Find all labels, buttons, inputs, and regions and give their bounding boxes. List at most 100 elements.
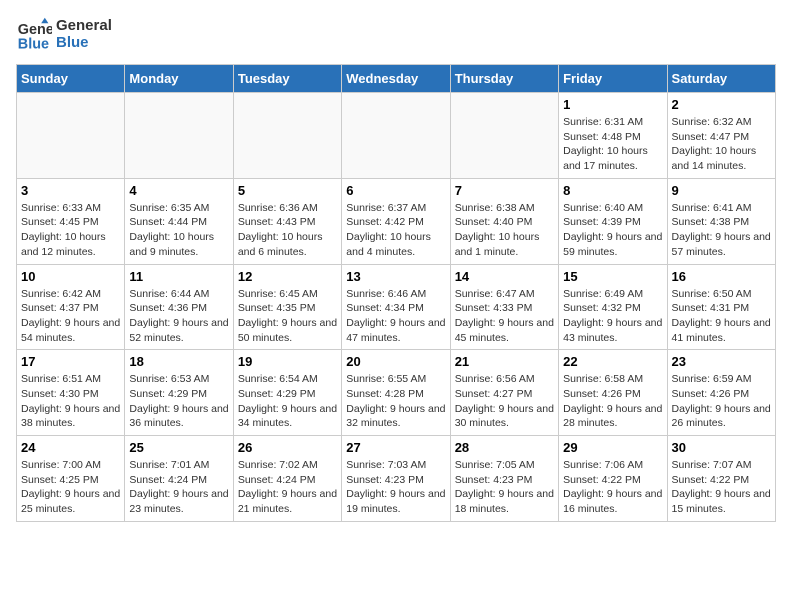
day-number: 29: [563, 440, 662, 455]
day-detail: Sunrise: 7:06 AMSunset: 4:22 PMDaylight:…: [563, 458, 662, 517]
day-number: 28: [455, 440, 554, 455]
calendar-cell: 4 Sunrise: 6:35 AMSunset: 4:44 PMDaylight…: [125, 178, 233, 264]
day-number: 2: [672, 97, 771, 112]
weekday-header-saturday: Saturday: [667, 65, 775, 93]
calendar-week-3: 10Sunrise: 6:42 AMSunset: 4:37 PMDayligh…: [17, 264, 776, 350]
day-detail: Sunrise: 7:02 AMSunset: 4:24 PMDaylight:…: [238, 458, 337, 517]
weekday-header-wednesday: Wednesday: [342, 65, 450, 93]
day-number: 5: [238, 183, 337, 198]
day-number: 16: [672, 269, 771, 284]
day-detail: Sunrise: 6:46 AMSunset: 4:34 PMDaylight:…: [346, 287, 445, 346]
day-detail: Sunrise: 6:54 AMSunset: 4:29 PMDaylight:…: [238, 372, 337, 431]
calendar-body: 1Sunrise: 6:31 AMSunset: 4:48 PMDaylight…: [17, 93, 776, 522]
day-number: 26: [238, 440, 337, 455]
day-detail: Sunrise: 6:32 AMSunset: 4:47 PMDaylight:…: [672, 115, 771, 174]
day-number: 14: [455, 269, 554, 284]
calendar-cell: 11Sunrise: 6:44 AMSunset: 4:36 PMDayligh…: [125, 264, 233, 350]
calendar-cell: [125, 93, 233, 179]
day-detail: Sunrise: 6:40 AMSunset: 4:39 PMDaylight:…: [563, 201, 662, 260]
calendar-cell: 19 Sunrise: 6:54 AMSunset: 4:29 PMDayligh…: [233, 350, 341, 436]
day-detail: Sunrise: 6:51 AMSunset: 4:30 PMDaylight:…: [21, 372, 120, 431]
calendar-cell: [17, 93, 125, 179]
calendar-week-2: 3Sunrise: 6:33 AMSunset: 4:45 PMDaylight…: [17, 178, 776, 264]
calendar-cell: 24Sunrise: 7:00 AMSunset: 4:25 PMDayligh…: [17, 436, 125, 522]
calendar-cell: 21 Sunrise: 6:56 AMSunset: 4:27 PMDayligh…: [450, 350, 558, 436]
day-detail: Sunrise: 6:36 AMSunset: 4:43 PMDaylight:…: [238, 201, 337, 260]
day-detail: Sunrise: 6:50 AMSunset: 4:31 PMDaylight:…: [672, 287, 771, 346]
day-number: 6: [346, 183, 445, 198]
weekday-header-sunday: Sunday: [17, 65, 125, 93]
day-detail: Sunrise: 6:58 AMSunset: 4:26 PMDaylight:…: [563, 372, 662, 431]
calendar-cell: 3Sunrise: 6:33 AMSunset: 4:45 PMDaylight…: [17, 178, 125, 264]
logo-line2: Blue: [56, 34, 112, 51]
calendar-cell: 26 Sunrise: 7:02 AMSunset: 4:24 PMDayligh…: [233, 436, 341, 522]
day-detail: Sunrise: 7:00 AMSunset: 4:25 PMDaylight:…: [21, 458, 120, 517]
calendar-cell: [233, 93, 341, 179]
day-number: 17: [21, 354, 120, 369]
day-detail: Sunrise: 6:35 AMSunset: 4:44 PMDaylight:…: [129, 201, 228, 260]
day-detail: Sunrise: 6:49 AMSunset: 4:32 PMDaylight:…: [563, 287, 662, 346]
day-number: 7: [455, 183, 554, 198]
svg-text:Blue: Blue: [18, 36, 49, 52]
day-number: 4: [129, 183, 228, 198]
day-detail: Sunrise: 6:38 AMSunset: 4:40 PMDaylight:…: [455, 201, 554, 260]
calendar-cell: 14Sunrise: 6:47 AMSunset: 4:33 PMDayligh…: [450, 264, 558, 350]
day-number: 15: [563, 269, 662, 284]
calendar-cell: 9 Sunrise: 6:41 AMSunset: 4:38 PMDaylight…: [667, 178, 775, 264]
calendar-cell: 23 Sunrise: 6:59 AMSunset: 4:26 PMDayligh…: [667, 350, 775, 436]
day-number: 3: [21, 183, 120, 198]
day-detail: Sunrise: 6:59 AMSunset: 4:26 PMDaylight:…: [672, 372, 771, 431]
calendar-cell: 18Sunrise: 6:53 AMSunset: 4:29 PMDayligh…: [125, 350, 233, 436]
day-detail: Sunrise: 6:44 AMSunset: 4:36 PMDaylight:…: [129, 287, 228, 346]
calendar-cell: 2 Sunrise: 6:32 AMSunset: 4:47 PMDaylight…: [667, 93, 775, 179]
day-number: 27: [346, 440, 445, 455]
calendar-table: SundayMondayTuesdayWednesdayThursdayFrid…: [16, 64, 776, 522]
day-detail: Sunrise: 6:37 AMSunset: 4:42 PMDaylight:…: [346, 201, 445, 260]
day-detail: Sunrise: 7:01 AMSunset: 4:24 PMDaylight:…: [129, 458, 228, 517]
day-detail: Sunrise: 7:05 AMSunset: 4:23 PMDaylight:…: [455, 458, 554, 517]
day-number: 13: [346, 269, 445, 284]
day-number: 9: [672, 183, 771, 198]
logo-icon: General Blue: [16, 16, 52, 52]
day-number: 10: [21, 269, 120, 284]
day-detail: Sunrise: 6:45 AMSunset: 4:35 PMDaylight:…: [238, 287, 337, 346]
day-number: 19: [238, 354, 337, 369]
day-number: 20: [346, 354, 445, 369]
day-detail: Sunrise: 6:41 AMSunset: 4:38 PMDaylight:…: [672, 201, 771, 260]
day-number: 22: [563, 354, 662, 369]
calendar-cell: 13 Sunrise: 6:46 AMSunset: 4:34 PMDayligh…: [342, 264, 450, 350]
calendar-week-5: 24Sunrise: 7:00 AMSunset: 4:25 PMDayligh…: [17, 436, 776, 522]
weekday-header-row: SundayMondayTuesdayWednesdayThursdayFrid…: [17, 65, 776, 93]
day-detail: Sunrise: 6:31 AMSunset: 4:48 PMDaylight:…: [563, 115, 662, 174]
calendar-cell: 29 Sunrise: 7:06 AMSunset: 4:22 PMDayligh…: [559, 436, 667, 522]
calendar-cell: 30Sunrise: 7:07 AMSunset: 4:22 PMDayligh…: [667, 436, 775, 522]
calendar-cell: 7 Sunrise: 6:38 AMSunset: 4:40 PMDaylight…: [450, 178, 558, 264]
logo-line1: General: [56, 17, 112, 34]
day-number: 8: [563, 183, 662, 198]
day-number: 21: [455, 354, 554, 369]
calendar-cell: 22 Sunrise: 6:58 AMSunset: 4:26 PMDayligh…: [559, 350, 667, 436]
weekday-header-thursday: Thursday: [450, 65, 558, 93]
calendar-cell: 10Sunrise: 6:42 AMSunset: 4:37 PMDayligh…: [17, 264, 125, 350]
calendar-cell: 8 Sunrise: 6:40 AMSunset: 4:39 PMDaylight…: [559, 178, 667, 264]
day-detail: Sunrise: 6:55 AMSunset: 4:28 PMDaylight:…: [346, 372, 445, 431]
day-detail: Sunrise: 6:56 AMSunset: 4:27 PMDaylight:…: [455, 372, 554, 431]
weekday-header-monday: Monday: [125, 65, 233, 93]
calendar-week-4: 17 Sunrise: 6:51 AMSunset: 4:30 PMDayligh…: [17, 350, 776, 436]
calendar-cell: 20 Sunrise: 6:55 AMSunset: 4:28 PMDayligh…: [342, 350, 450, 436]
page-header: General Blue General Blue: [16, 16, 776, 52]
calendar-cell: 5 Sunrise: 6:36 AMSunset: 4:43 PMDaylight…: [233, 178, 341, 264]
calendar-cell: 25Sunrise: 7:01 AMSunset: 4:24 PMDayligh…: [125, 436, 233, 522]
logo: General Blue General Blue: [16, 16, 112, 52]
calendar-cell: [450, 93, 558, 179]
calendar-cell: 6 Sunrise: 6:37 AMSunset: 4:42 PMDaylight…: [342, 178, 450, 264]
day-detail: Sunrise: 6:53 AMSunset: 4:29 PMDaylight:…: [129, 372, 228, 431]
calendar-cell: 28 Sunrise: 7:05 AMSunset: 4:23 PMDayligh…: [450, 436, 558, 522]
calendar-cell: 15 Sunrise: 6:49 AMSunset: 4:32 PMDayligh…: [559, 264, 667, 350]
day-number: 23: [672, 354, 771, 369]
calendar-cell: 12Sunrise: 6:45 AMSunset: 4:35 PMDayligh…: [233, 264, 341, 350]
calendar-cell: 16 Sunrise: 6:50 AMSunset: 4:31 PMDayligh…: [667, 264, 775, 350]
day-number: 30: [672, 440, 771, 455]
calendar-cell: 1Sunrise: 6:31 AMSunset: 4:48 PMDaylight…: [559, 93, 667, 179]
day-detail: Sunrise: 7:03 AMSunset: 4:23 PMDaylight:…: [346, 458, 445, 517]
